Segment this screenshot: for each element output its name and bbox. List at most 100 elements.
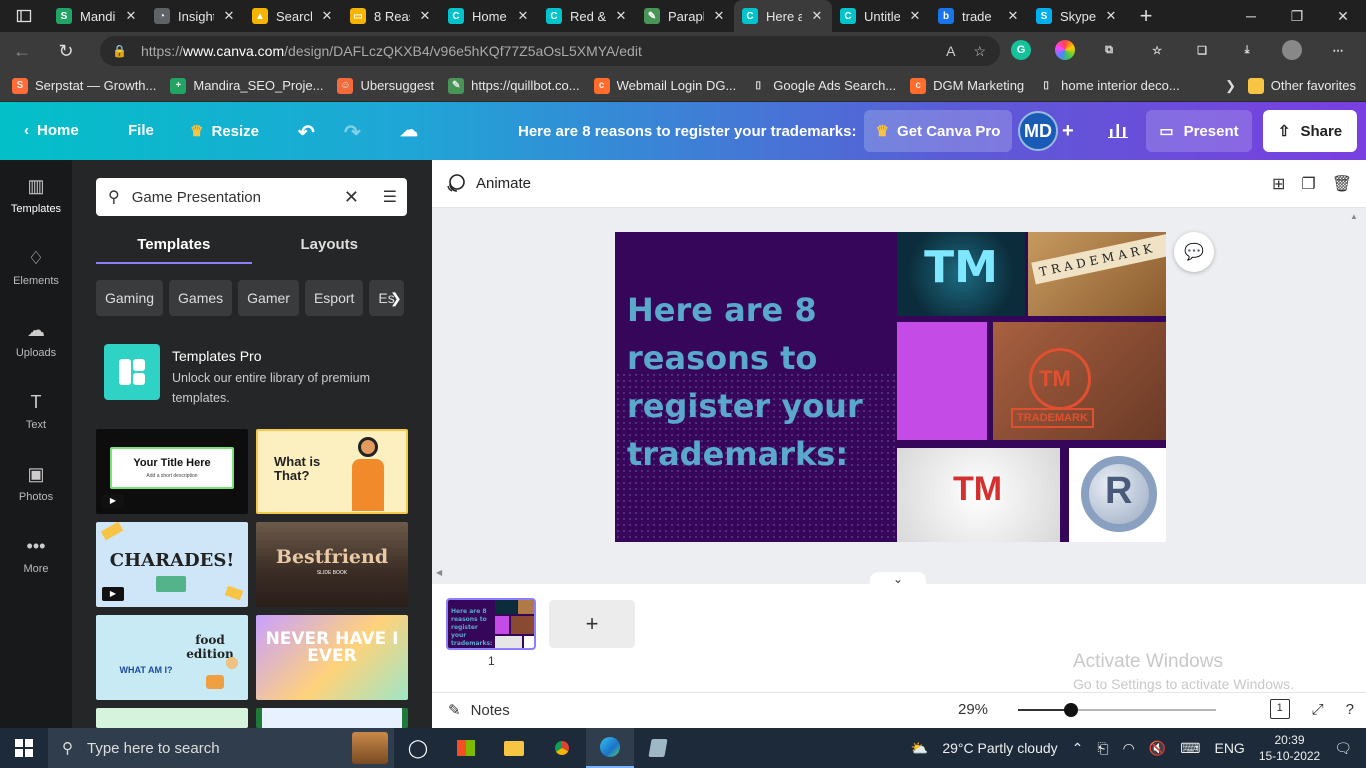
duplicate-page-icon[interactable]: ❐ [1301, 174, 1315, 194]
animate-button[interactable]: Animate [446, 173, 531, 193]
other-favorites-folder[interactable]: Other favorites [1247, 77, 1356, 94]
settings-menu-icon[interactable]: ⋯ [1328, 40, 1348, 60]
add-collaborator-button[interactable]: + [1062, 120, 1074, 143]
filter-chip[interactable]: Gamer [238, 280, 299, 316]
volume-icon[interactable]: 🔇 [1149, 740, 1166, 757]
tab-actions-icon[interactable] [0, 0, 48, 32]
template-thumbnail[interactable] [96, 708, 248, 728]
browser-tab[interactable]: C Red & ✕ [538, 0, 636, 32]
rail-more[interactable]: ••• More [0, 520, 72, 590]
get-canva-pro-button[interactable]: ♛ Get Canva Pro [864, 110, 1012, 152]
close-tab-icon[interactable]: ✕ [418, 8, 432, 24]
extensions-icon[interactable]: ⧉ [1099, 40, 1119, 60]
browser-tab[interactable]: ▲ Search ✕ [244, 0, 342, 32]
rail-elements[interactable]: ♢ Elements [0, 232, 72, 302]
close-window-button[interactable]: ✕ [1320, 0, 1366, 32]
notes-button[interactable]: ✎ Notes [448, 701, 510, 720]
close-tab-icon[interactable]: ✕ [1104, 8, 1118, 24]
browser-tab[interactable]: b trade ✕ [930, 0, 1028, 32]
file-explorer-icon[interactable] [490, 728, 538, 768]
registered-symbol-image[interactable]: R [1069, 448, 1166, 542]
zoom-slider-knob[interactable] [1064, 703, 1079, 717]
rail-templates[interactable]: ▥ Templates [0, 160, 72, 230]
bookmark-item[interactable]: S Serpstat — Growth... [12, 77, 156, 94]
language-indicator[interactable]: ENG [1214, 740, 1244, 756]
close-tab-icon[interactable]: ✕ [810, 8, 824, 24]
close-tab-icon[interactable]: ✕ [614, 8, 628, 24]
weather-text[interactable]: 29°C Partly cloudy [942, 740, 1057, 756]
close-tab-icon[interactable]: ✕ [320, 8, 334, 24]
close-tab-icon[interactable]: ✕ [908, 8, 922, 24]
windows-start-button[interactable] [0, 728, 48, 768]
fullscreen-icon[interactable]: ⤢ [1312, 701, 1324, 718]
tm-stamp-image[interactable]: TM TRADEMARK [993, 322, 1166, 440]
template-thumbnail[interactable]: Your Title Here Add a short description … [96, 429, 248, 514]
browser-tab[interactable]: C Untitle ✕ [832, 0, 930, 32]
design-title[interactable]: Here are 8 reasons to register your trad… [518, 123, 857, 140]
refresh-button[interactable]: ↻ [44, 41, 88, 62]
taskbar-search[interactable]: ⚲ Type here to search [48, 728, 394, 768]
color-extension-icon[interactable] [1055, 40, 1075, 60]
new-tab-button[interactable]: + [1126, 3, 1166, 29]
add-page-icon[interactable]: ⊞ [1272, 174, 1285, 194]
chrome-icon[interactable] [538, 728, 586, 768]
filter-chip[interactable]: Games [169, 280, 233, 316]
present-button[interactable]: ▭ Present [1146, 110, 1252, 152]
browser-tab[interactable]: S Skype ✕ [1028, 0, 1126, 32]
browser-tab[interactable]: ✎ Parapl ✕ [636, 0, 734, 32]
magenta-block[interactable] [897, 322, 987, 440]
page-thumbnail[interactable]: Here are 8 reasons to register your trad… [446, 598, 536, 650]
tm-digital-image[interactable]: TM [897, 232, 1025, 316]
back-button[interactable]: ← [0, 41, 44, 62]
meet-icon[interactable]: ⎗ [1097, 740, 1108, 757]
template-thumbnail[interactable] [256, 708, 408, 728]
filter-chip[interactable]: Esport [304, 280, 364, 316]
minimize-button[interactable]: ─ [1228, 0, 1274, 32]
template-thumbnail[interactable]: CHARADES! ▶ [96, 522, 248, 607]
resize-button[interactable]: ♛ Resize [190, 122, 259, 141]
bookmark-item[interactable]: ✎ https://quillbot.co... [448, 77, 580, 94]
slide-title[interactable]: Here are 8 reasons to register your trad… [627, 286, 897, 478]
notifications-icon[interactable]: 🗨 [1334, 740, 1352, 757]
delete-page-icon[interactable]: 🗑 [1332, 174, 1352, 194]
browser-tab[interactable]: ◔ Insight ✕ [146, 0, 244, 32]
tm-wordcloud-image[interactable]: TM [897, 448, 1060, 542]
rail-uploads[interactable]: ☁ Uploads [0, 304, 72, 374]
browser-tab[interactable]: C Home ✕ [440, 0, 538, 32]
bookmark-item[interactable]: ▯ home interior deco... [1038, 77, 1180, 94]
browser-tab[interactable]: ▭ 8 Reas ✕ [342, 0, 440, 32]
wifi-icon[interactable]: ◠ [1123, 740, 1135, 757]
chevron-right-icon[interactable]: ❯ [1225, 78, 1236, 94]
template-search-input[interactable] [131, 188, 332, 206]
microsoft-store-icon[interactable] [442, 728, 490, 768]
favorite-star-icon[interactable]: ☆ [973, 43, 986, 60]
collections-icon[interactable]: ❏ [1192, 40, 1212, 60]
home-button[interactable]: ‹ Home [24, 122, 79, 139]
profile-avatar[interactable] [1282, 40, 1302, 60]
scrabble-trademark-image[interactable]: TRADEMARK [1028, 232, 1166, 316]
clear-search-icon[interactable]: ✕ [344, 187, 359, 208]
share-button[interactable]: ⇧ Share [1263, 110, 1357, 152]
filter-icon[interactable]: ☰ [383, 187, 397, 207]
bookmark-item[interactable]: ▯ Google Ads Search... [750, 77, 896, 94]
close-tab-icon[interactable]: ✕ [222, 8, 236, 24]
downloads-icon[interactable]: ⤓ [1237, 40, 1257, 60]
redo-button[interactable]: ↷ [344, 120, 361, 145]
close-tab-icon[interactable]: ✕ [1006, 8, 1020, 24]
tab-templates[interactable]: Templates [96, 232, 252, 264]
insights-chart-icon[interactable] [1108, 120, 1128, 138]
template-thumbnail[interactable]: food edition WHAT AM I? [96, 615, 248, 700]
edge-icon[interactable] [586, 728, 634, 768]
page-count-box[interactable]: 1 [1269, 699, 1290, 719]
bookmark-item[interactable]: + Mandira_SEO_Proje... [170, 77, 323, 94]
keyboard-icon[interactable]: ⌨ [1180, 740, 1200, 757]
read-aloud-icon[interactable]: A [946, 43, 955, 60]
tab-layouts[interactable]: Layouts [252, 232, 408, 264]
help-icon[interactable]: ? [1346, 701, 1354, 718]
close-tab-icon[interactable]: ✕ [712, 8, 726, 24]
vertical-scrollbar[interactable]: ▲ [1350, 212, 1362, 564]
browser-tab[interactable]: C Here a ✕ [734, 0, 832, 32]
add-page-button[interactable]: + [549, 600, 635, 648]
grammarly-extension-icon[interactable]: G [1011, 40, 1031, 60]
file-menu-button[interactable]: File [128, 122, 154, 139]
